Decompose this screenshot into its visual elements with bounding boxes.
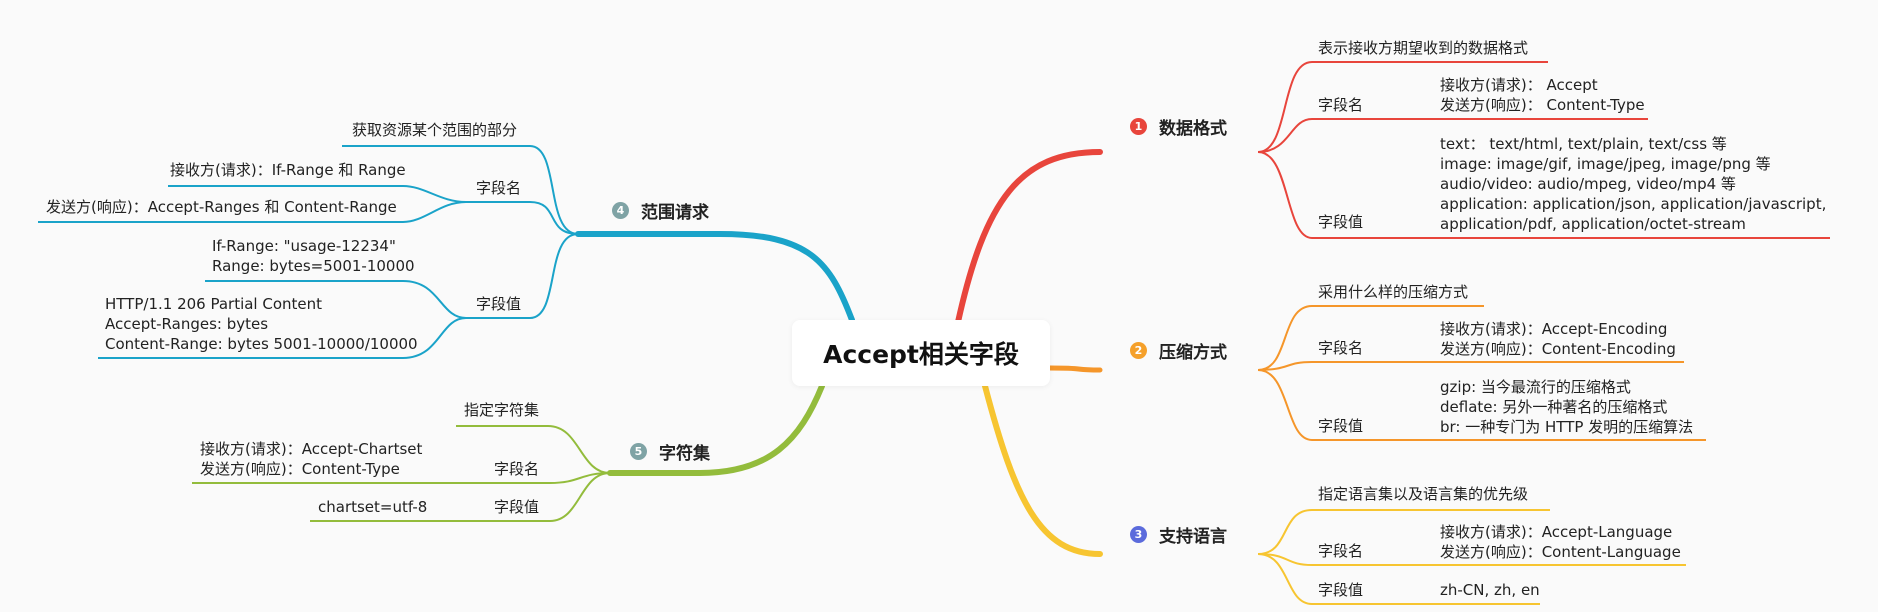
- field-name-line: 接收方(请求)：Accept-Language: [1440, 523, 1673, 541]
- branch-description[interactable]: 指定字符集: [464, 400, 539, 420]
- field-name-line[interactable]: 接收方(请求)：If-Range 和 Range: [170, 160, 406, 180]
- field-value-label[interactable]: 字段值: [476, 294, 521, 314]
- field-value-line: Accept-Ranges: bytes: [105, 315, 269, 333]
- field-name-line: 发送方(响应)：Content-Encoding: [1440, 340, 1676, 358]
- central-topic-label: Accept相关字段: [823, 340, 1019, 369]
- branch-label: 压缩方式: [1159, 343, 1227, 363]
- field-name-line[interactable]: 发送方(响应)：Accept-Ranges 和 Content-Range: [46, 197, 397, 217]
- number-badge-icon: 2: [1130, 342, 1147, 359]
- field-name-values[interactable]: 接收方(请求)：Accept-Chartset 发送方(响应)：Content-…: [200, 439, 422, 479]
- field-name-line: 接收方(请求)：Accept-Encoding: [1440, 320, 1668, 338]
- field-value-line: deflate: 另外一种著名的压缩格式: [1440, 398, 1668, 416]
- branch-description[interactable]: 表示接收方期望收到的数据格式: [1318, 38, 1528, 58]
- field-name-line: 发送方(响应)：Content-Type: [200, 460, 400, 478]
- field-name-line: 接收方(请求)： Accept: [1440, 76, 1598, 94]
- field-name-line: 接收方(请求)：Accept-Chartset: [200, 440, 423, 458]
- branch-charset[interactable]: 5 字符集: [630, 439, 710, 464]
- field-name-label[interactable]: 字段名: [494, 459, 539, 479]
- field-value-line: HTTP/1.1 206 Partial Content: [105, 295, 323, 313]
- field-value-line: image: image/gif, image/jpeg, image/png …: [1440, 155, 1771, 173]
- field-value-values[interactable]: text： text/html, text/plain, text/css 等 …: [1440, 134, 1826, 234]
- field-value-line[interactable]: chartset=utf-8: [318, 497, 427, 517]
- branch-language[interactable]: 3 支持语言: [1130, 522, 1227, 547]
- field-name-label[interactable]: 字段名: [476, 178, 521, 198]
- field-value-label[interactable]: 字段值: [1318, 416, 1363, 436]
- branch-label: 范围请求: [641, 203, 709, 223]
- branch-range-request[interactable]: 4 范围请求: [612, 198, 709, 223]
- branch-data-format[interactable]: 1 数据格式: [1130, 114, 1227, 139]
- central-topic[interactable]: Accept相关字段: [792, 320, 1050, 386]
- field-name-values[interactable]: 接收方(请求)： Accept 发送方(响应)： Content-Type: [1440, 75, 1645, 115]
- field-value-line: If-Range: "usage-12234": [212, 237, 396, 255]
- branch-label: 支持语言: [1159, 527, 1227, 547]
- field-name-values[interactable]: 接收方(请求)：Accept-Language 发送方(响应)：Content-…: [1440, 522, 1681, 562]
- field-name-label[interactable]: 字段名: [1318, 541, 1363, 561]
- field-value-line: br: 一种专门为 HTTP 发明的压缩算法: [1440, 418, 1694, 436]
- branch-compression[interactable]: 2 压缩方式: [1130, 338, 1227, 363]
- field-value-values[interactable]: HTTP/1.1 206 Partial Content Accept-Rang…: [105, 294, 418, 354]
- field-value-line: Range: bytes=5001-10000: [212, 257, 415, 275]
- number-badge-icon: 5: [630, 443, 647, 460]
- field-value-line: audio/video: audio/mpeg, video/mp4 等: [1440, 175, 1736, 193]
- mindmap-canvas: Accept相关字段 1 数据格式 表示接收方期望收到的数据格式 字段名 接收方…: [0, 0, 1878, 612]
- branch-description[interactable]: 采用什么样的压缩方式: [1318, 282, 1468, 302]
- field-value-values[interactable]: gzip: 当今最流行的压缩格式 deflate: 另外一种著名的压缩格式 br…: [1440, 377, 1693, 437]
- field-value-label[interactable]: 字段值: [494, 497, 539, 517]
- branch-description[interactable]: 指定语言集以及语言集的优先级: [1318, 484, 1528, 504]
- branch-label: 数据格式: [1159, 119, 1227, 139]
- field-name-label[interactable]: 字段名: [1318, 338, 1363, 358]
- number-badge-icon: 1: [1130, 118, 1147, 135]
- field-value-line: gzip: 当今最流行的压缩格式: [1440, 378, 1631, 396]
- field-name-values[interactable]: 接收方(请求)：Accept-Encoding 发送方(响应)：Content-…: [1440, 319, 1676, 359]
- branch-label: 字符集: [659, 444, 710, 464]
- field-value-label[interactable]: 字段值: [1318, 580, 1363, 600]
- number-badge-icon: 4: [612, 202, 629, 219]
- field-value-values[interactable]: If-Range: "usage-12234" Range: bytes=500…: [212, 236, 415, 276]
- field-name-line: 发送方(响应)： Content-Type: [1440, 96, 1645, 114]
- field-value-label[interactable]: 字段值: [1318, 212, 1363, 232]
- field-value-line: application: application/json, applicati…: [1440, 195, 1827, 213]
- field-value-line[interactable]: zh-CN, zh, en: [1440, 580, 1540, 600]
- field-value-line: Content-Range: bytes 5001-10000/10000: [105, 335, 418, 353]
- number-badge-icon: 3: [1130, 526, 1147, 543]
- branch-description[interactable]: 获取资源某个范围的部分: [352, 120, 517, 140]
- field-value-line: application/pdf, application/octet-strea…: [1440, 215, 1746, 233]
- field-value-line: text： text/html, text/plain, text/css 等: [1440, 135, 1727, 153]
- field-name-label[interactable]: 字段名: [1318, 95, 1363, 115]
- field-name-line: 发送方(响应)：Content-Language: [1440, 543, 1681, 561]
